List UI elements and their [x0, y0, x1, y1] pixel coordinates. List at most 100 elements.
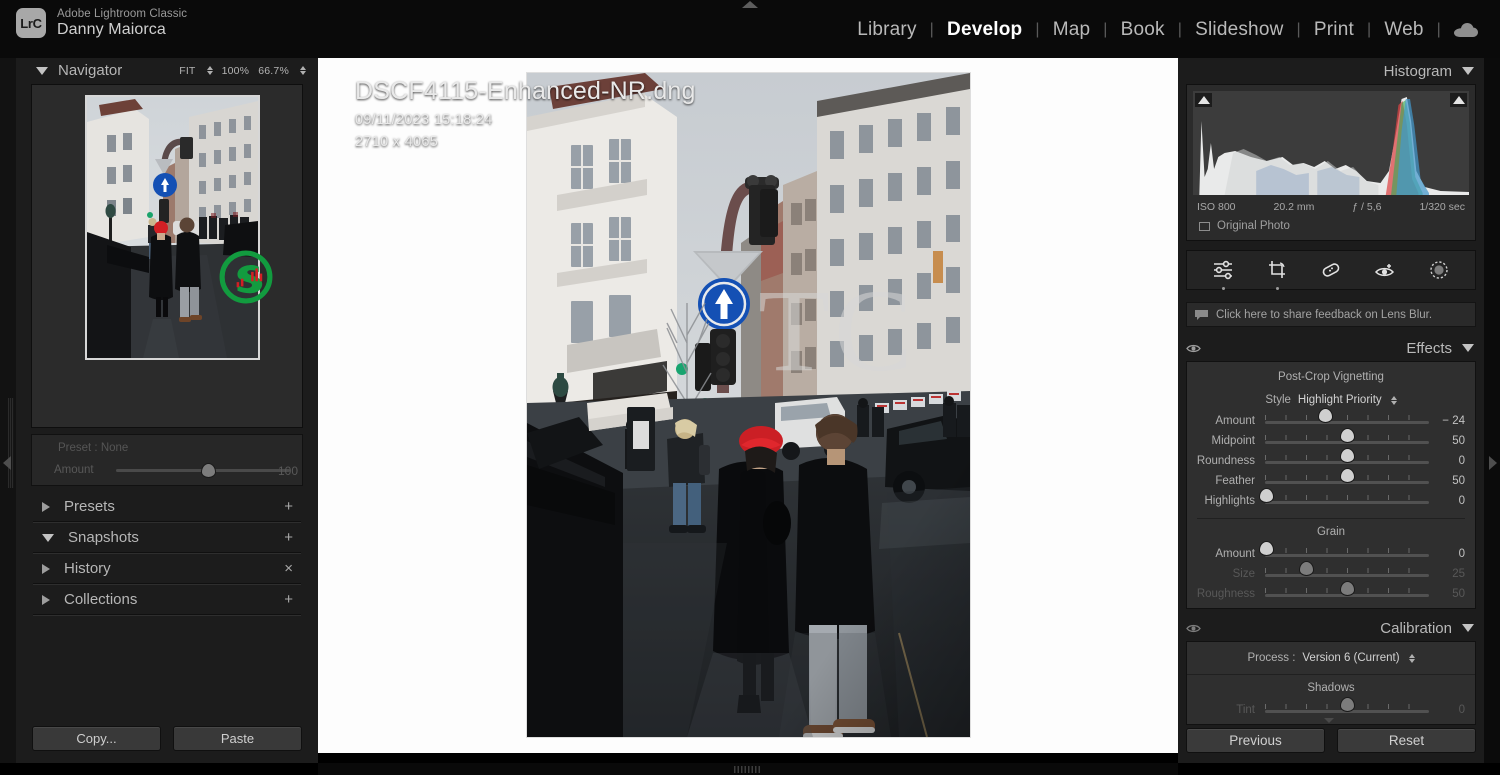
snapshots-add-icon[interactable]: + [284, 529, 293, 546]
previous-button[interactable]: Previous [1186, 728, 1325, 753]
module-map[interactable]: Map [1040, 19, 1104, 41]
original-photo-checkbox-icon[interactable] [1199, 221, 1210, 231]
grain-roughness-knob[interactable] [1340, 582, 1354, 595]
speech-bubble-icon [1195, 310, 1208, 320]
process-version-stepper-icon[interactable] [1408, 653, 1415, 663]
right-panel-edge[interactable] [1484, 58, 1500, 763]
collections-add-icon[interactable]: + [284, 591, 293, 608]
navigator-preview-box[interactable] [31, 84, 303, 428]
grain-roughness-slider[interactable] [1265, 582, 1429, 601]
module-picker: Library | Develop | Map | Book | Slidesh… [844, 19, 1486, 41]
module-develop[interactable]: Develop [934, 19, 1035, 41]
vignette-highlights-knob[interactable] [1260, 489, 1274, 502]
calibration-tint-value[interactable]: 0 [1429, 704, 1465, 716]
filmstrip-collapse-bar[interactable] [318, 763, 1178, 775]
grain-roughness-value[interactable]: 50 [1429, 588, 1465, 600]
vignette-amount-value[interactable]: − 24 [1429, 415, 1465, 427]
module-print[interactable]: Print [1301, 19, 1367, 41]
vignette-midpoint-knob[interactable] [1340, 429, 1354, 442]
reset-button[interactable]: Reset [1337, 728, 1476, 753]
grain-amount-value[interactable]: 0 [1429, 548, 1465, 560]
calibration-shadows-subtitle: Shadows [1307, 682, 1355, 694]
module-web[interactable]: Web [1371, 19, 1436, 41]
vignette-style-row[interactable]: Style Highlight Priority [1187, 389, 1475, 411]
zoom-current-stepper-icon[interactable] [300, 66, 306, 75]
effects-disclosure-triangle-icon[interactable] [1462, 344, 1474, 352]
navigator-disclosure-triangle-icon[interactable] [36, 66, 48, 75]
vignette-highlights-slider[interactable] [1260, 489, 1429, 508]
filmstrip-collapse-grip-icon[interactable] [734, 766, 762, 773]
process-version-value[interactable]: Version 6 (Current) [1302, 652, 1399, 664]
vignette-midpoint-value[interactable]: 50 [1429, 435, 1465, 447]
process-version-row[interactable]: Process : Version 6 (Current) [1187, 646, 1475, 670]
edit-sliders-icon[interactable] [1211, 258, 1235, 290]
navigator-header[interactable]: Navigator FIT 100% 66.7% [16, 62, 318, 79]
vignette-feather-slider[interactable] [1265, 469, 1429, 488]
zoom-fit-label[interactable]: FIT [179, 65, 195, 77]
sidebar-item-collections[interactable]: Collections + [31, 585, 303, 616]
vignette-roundness-slider[interactable] [1265, 449, 1429, 468]
vignette-style-value[interactable]: Highlight Priority [1298, 394, 1382, 406]
preset-amount-slider-knob[interactable] [201, 463, 215, 477]
highlight-clipping-indicator-icon[interactable] [1450, 93, 1467, 107]
presets-add-icon[interactable]: + [284, 498, 293, 515]
calibration-visibility-eye-icon[interactable] [1186, 623, 1201, 634]
left-panel-collapse-arrow[interactable] [3, 456, 11, 470]
module-library[interactable]: Library [844, 19, 929, 41]
histogram-disclosure-triangle-icon[interactable] [1462, 67, 1474, 75]
lens-blur-feedback-banner[interactable]: Click here to share feedback on Lens Blu… [1186, 302, 1476, 327]
cloud-icon[interactable] [1441, 22, 1486, 38]
histogram-graph[interactable] [1193, 91, 1469, 195]
zoom-current-label[interactable]: 66.7% [258, 65, 289, 77]
collections-disclosure-triangle-icon[interactable] [42, 594, 50, 605]
vignette-feather-value[interactable]: 50 [1429, 475, 1465, 487]
vignette-midpoint-slider[interactable] [1265, 429, 1429, 448]
histogram-header[interactable]: Histogram [1178, 58, 1484, 84]
red-eye-icon[interactable] [1373, 258, 1397, 282]
snapshots-disclosure-triangle-icon[interactable] [42, 533, 54, 542]
calibration-tint-knob[interactable] [1340, 698, 1354, 711]
grain-size-knob[interactable] [1299, 562, 1313, 575]
presets-disclosure-triangle-icon[interactable] [42, 501, 50, 512]
left-panel-edge[interactable] [0, 58, 16, 763]
masking-icon[interactable] [1427, 258, 1451, 282]
history-disclosure-triangle-icon[interactable] [42, 563, 50, 574]
original-photo-toggle[interactable]: Original Photo [1193, 215, 1469, 234]
calibration-tint-slider[interactable] [1265, 698, 1429, 717]
zoom-fit-stepper-icon[interactable] [206, 66, 213, 75]
grain-amount-slider[interactable] [1260, 542, 1429, 561]
top-panel-collapse-arrow[interactable] [742, 1, 758, 8]
shadow-clipping-indicator-icon[interactable] [1195, 93, 1212, 107]
preset-amount-value[interactable]: 100 [278, 464, 298, 478]
sidebar-item-presets[interactable]: Presets + [31, 492, 303, 523]
develop-photo[interactable] [527, 73, 970, 737]
image-canvas[interactable]: TC DSCF4115-Enhanced-NR.dng 09/11/2023 1… [318, 58, 1178, 753]
sidebar-item-history[interactable]: History × [31, 554, 303, 585]
vignette-amount-slider[interactable] [1265, 409, 1429, 428]
healing-brush-icon[interactable] [1319, 258, 1343, 282]
calibration-header[interactable]: Calibration [1178, 615, 1484, 641]
effects-header[interactable]: Effects [1178, 335, 1484, 361]
grain-amount-knob[interactable] [1260, 542, 1274, 555]
paste-button[interactable]: Paste [173, 726, 302, 751]
sidebar-item-snapshots[interactable]: Snapshots + [31, 523, 303, 554]
vignette-roundness-value[interactable]: 0 [1429, 455, 1465, 467]
calibration-disclosure-triangle-icon[interactable] [1462, 624, 1474, 632]
grain-size-value[interactable]: 25 [1429, 568, 1465, 580]
crop-overlay-icon[interactable] [1265, 258, 1289, 290]
vignette-roundness-knob[interactable] [1340, 449, 1354, 462]
zoom-100-label[interactable]: 100% [222, 65, 250, 77]
module-slideshow[interactable]: Slideshow [1182, 19, 1296, 41]
history-clear-icon[interactable]: × [284, 560, 293, 577]
vignette-feather-knob[interactable] [1340, 469, 1354, 482]
navigator-thumbnail[interactable] [85, 95, 260, 360]
vignette-amount-knob[interactable] [1319, 409, 1333, 422]
effects-visibility-eye-icon[interactable] [1186, 343, 1201, 354]
vignette-style-stepper-icon[interactable] [1390, 395, 1397, 405]
vignette-highlights-value[interactable]: 0 [1429, 495, 1465, 507]
module-book[interactable]: Book [1108, 19, 1178, 41]
preset-amount-slider[interactable] [116, 463, 290, 477]
copy-button[interactable]: Copy... [32, 726, 161, 751]
grain-size-slider[interactable] [1265, 562, 1429, 581]
right-panel-collapse-arrow[interactable] [1489, 456, 1497, 470]
